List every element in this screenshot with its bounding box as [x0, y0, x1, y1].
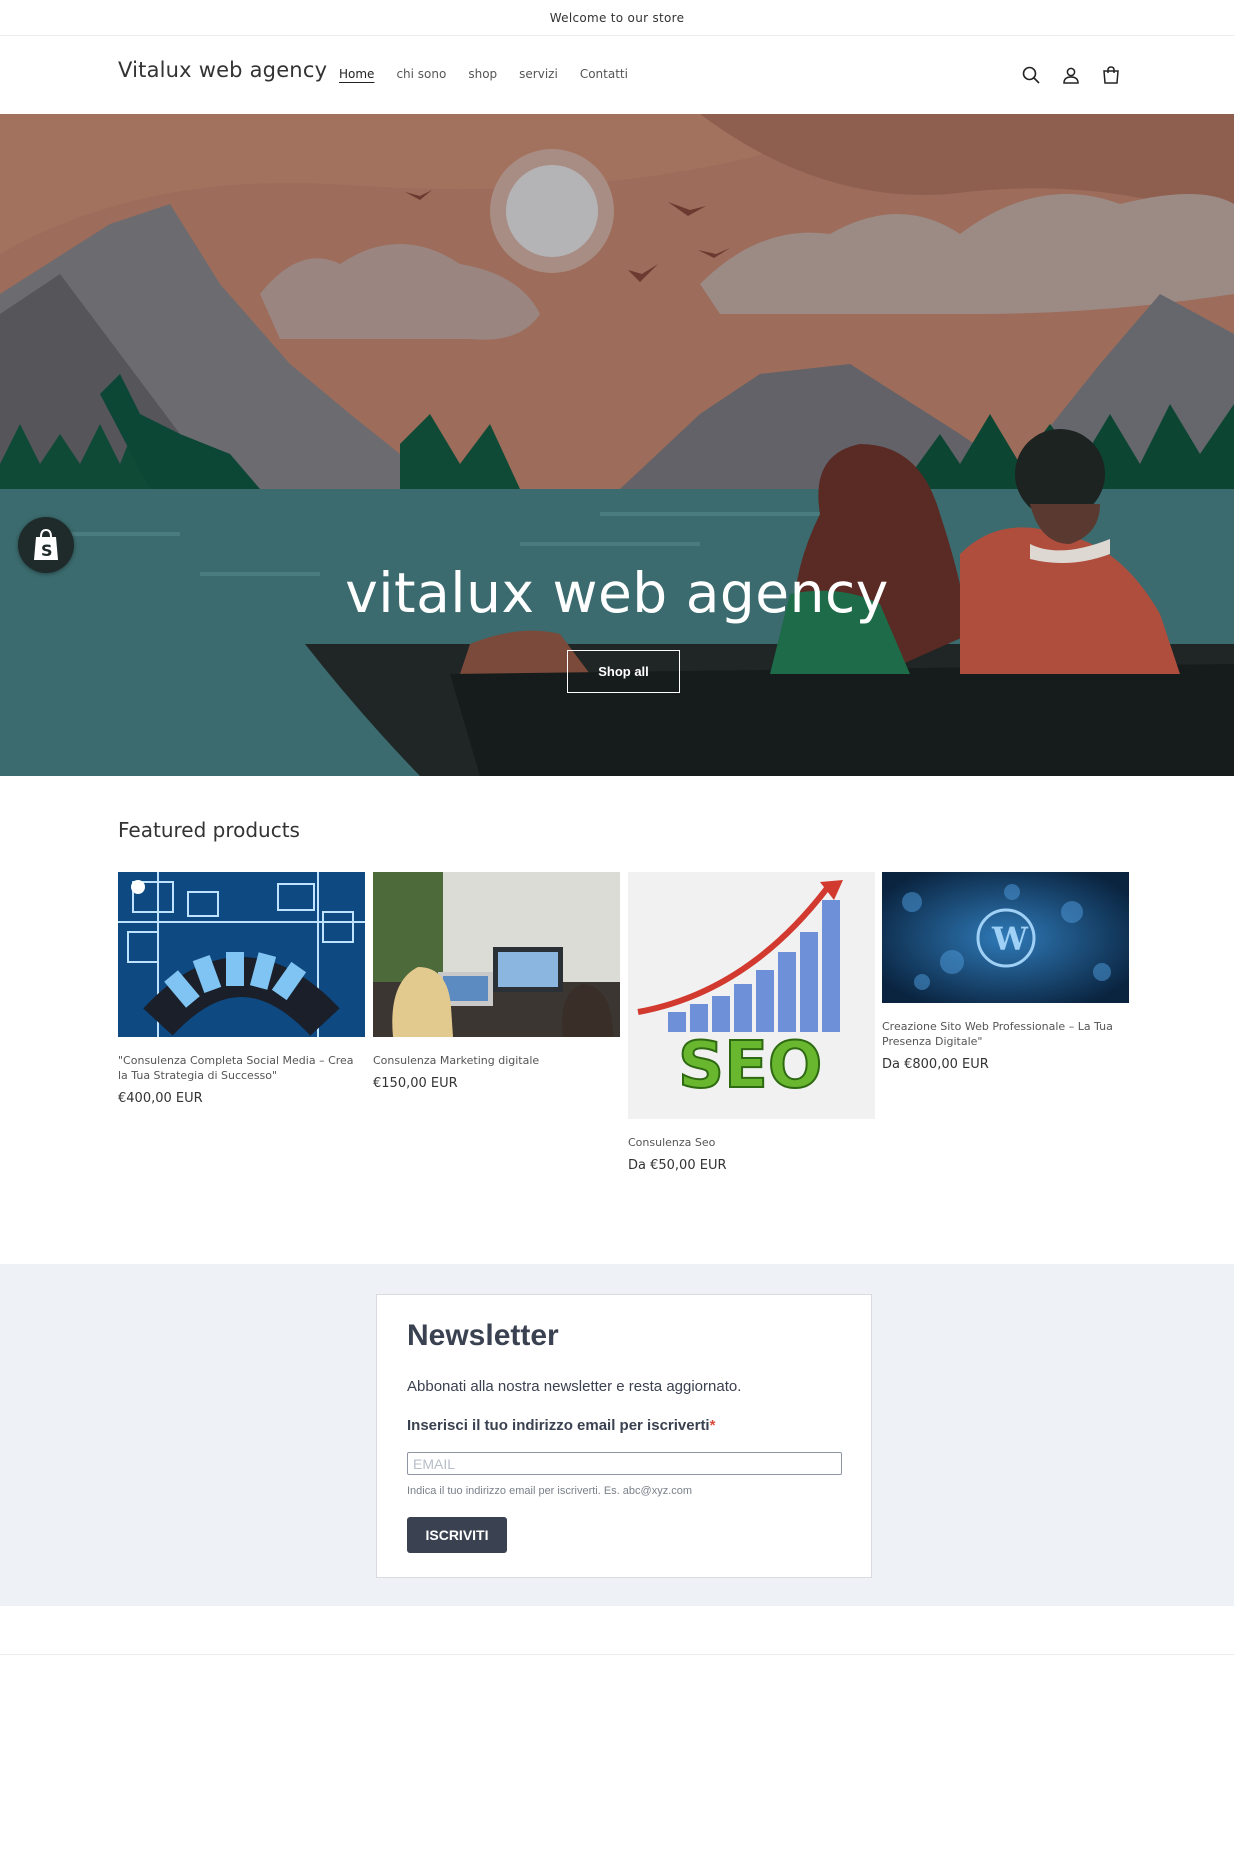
product-title[interactable]: Consulenza Seo	[628, 1135, 875, 1150]
footer-divider	[0, 1654, 1234, 1655]
account-icon[interactable]	[1059, 63, 1083, 87]
product-card-marketing[interactable]: Consulenza Marketing digitale €150,00 EU…	[373, 872, 620, 1091]
newsletter-form: Newsletter Abbonati alla nostra newslett…	[376, 1294, 872, 1578]
nav-item-home[interactable]: Home	[339, 67, 374, 81]
cart-icon[interactable]	[1099, 63, 1123, 87]
email-field[interactable]	[407, 1452, 842, 1475]
product-title[interactable]: Creazione Sito Web Professionale – La Tu…	[882, 1019, 1129, 1049]
subscribe-button[interactable]: ISCRIVITI	[407, 1517, 507, 1553]
product-price: €150,00 EUR	[373, 1076, 458, 1091]
announcement-bar: Welcome to our store	[0, 0, 1234, 36]
product-image-website[interactable]: W	[882, 872, 1129, 1003]
product-card-social[interactable]: "Consulenza Completa Social Media – Crea…	[118, 872, 365, 1106]
product-title[interactable]: Consulenza Marketing digitale	[373, 1053, 620, 1068]
product-price: €400,00 EUR	[118, 1091, 203, 1106]
newsletter-title: Newsletter	[407, 1319, 559, 1352]
main-nav: Home chi sono shop servizi Contatti	[339, 67, 628, 81]
svg-text:W: W	[991, 920, 1029, 958]
nav-item-servizi[interactable]: servizi	[519, 67, 558, 81]
email-label: Inserisci il tuo indirizzo email per isc…	[407, 1417, 715, 1434]
newsletter-subtitle: Abbonati alla nostra newsletter e resta …	[407, 1378, 742, 1395]
svg-text:S: S	[41, 541, 53, 560]
svg-text:SEO: SEO	[678, 1029, 822, 1103]
site-header: Vitalux web agency Home chi sono shop se…	[0, 36, 1234, 114]
featured-products: "Consulenza Completa Social Media – Crea…	[118, 872, 1130, 1192]
hero-title: vitalux web agency	[345, 561, 889, 625]
product-card-seo[interactable]: SEO Consulenza Seo Da €50,00 EUR	[628, 872, 875, 1173]
email-hint: Indica il tuo indirizzo email per iscriv…	[407, 1485, 693, 1497]
required-mark: *	[709, 1417, 716, 1434]
product-title[interactable]: "Consulenza Completa Social Media – Crea…	[118, 1053, 365, 1083]
store-logo[interactable]: Vitalux web agency	[118, 58, 327, 82]
product-image-seo[interactable]: SEO	[628, 872, 875, 1119]
hero-banner: S vitalux web agency Shop all	[0, 114, 1234, 776]
email-label-text: Inserisci il tuo indirizzo email per isc…	[407, 1417, 710, 1434]
search-icon[interactable]	[1019, 63, 1043, 87]
announcement-text: Welcome to our store	[549, 10, 685, 25]
nav-item-chi-sono[interactable]: chi sono	[396, 67, 446, 81]
product-price: Da €50,00 EUR	[628, 1158, 727, 1173]
nav-item-shop[interactable]: shop	[468, 67, 497, 81]
product-image-social[interactable]	[118, 872, 365, 1037]
nav-item-contatti[interactable]: Contatti	[580, 67, 628, 81]
product-card-website[interactable]: W Creazione Sito Web Professionale – La …	[882, 872, 1129, 1072]
featured-heading: Featured products	[118, 818, 300, 842]
shop-all-button[interactable]: Shop all	[567, 650, 680, 693]
product-price: Da €800,00 EUR	[882, 1057, 989, 1072]
header-icons	[1019, 63, 1123, 87]
product-image-marketing[interactable]	[373, 872, 620, 1037]
